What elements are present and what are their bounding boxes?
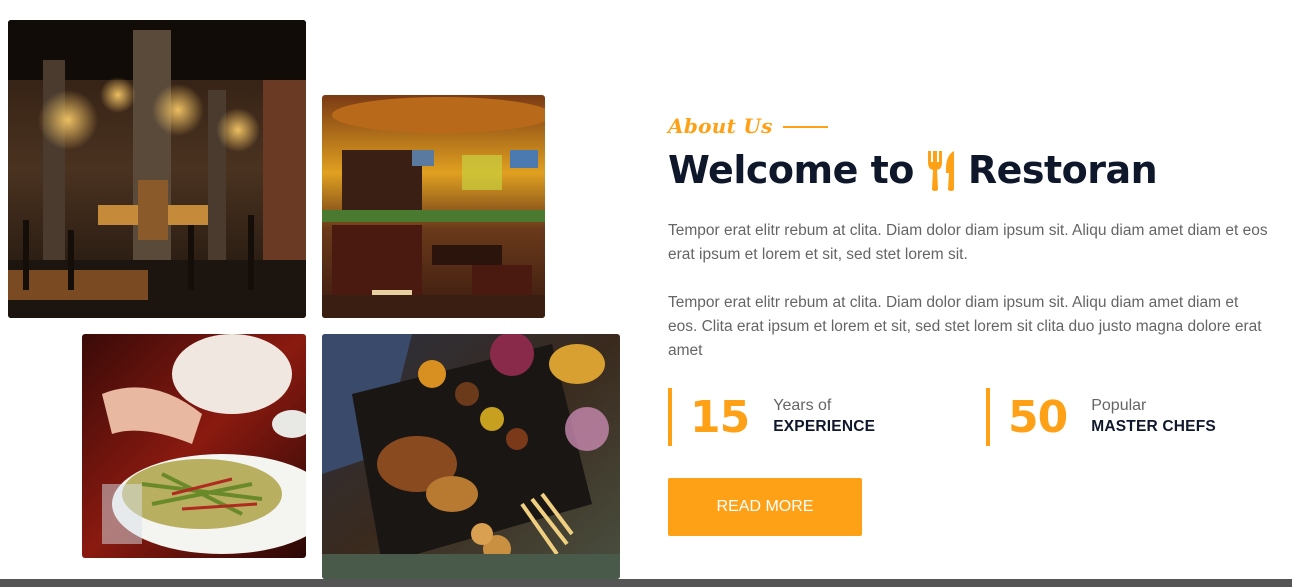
description-paragraph-2: Tempor erat elitr rebum at clita. Diam d… <box>668 294 1262 359</box>
description-paragraph-1: Tempor erat elitr rebum at clita. Diam d… <box>668 222 1268 263</box>
section-title: Welcome to Restoran <box>668 148 1158 192</box>
read-more-button[interactable]: READ MORE <box>668 478 862 536</box>
utensils-icon <box>927 151 954 191</box>
stat-number: 15 <box>690 391 750 443</box>
stat-label-top: Years of <box>773 397 832 414</box>
stat-label-bottom: MASTER CHEFS <box>1091 418 1216 435</box>
food-platter-image <box>322 334 620 579</box>
section-subtitle: About Us <box>668 114 828 138</box>
restaurant-interior-image-1 <box>8 20 306 318</box>
stat-experience: 15 Years of EXPERIENCE <box>668 388 875 446</box>
restaurant-interior-image-2 <box>322 95 545 318</box>
food-salad-image <box>82 334 306 558</box>
stat-label-top: Popular <box>1091 397 1147 414</box>
brand-name: Restoran <box>967 148 1158 192</box>
about-us-label: About Us <box>668 114 773 138</box>
horizontal-scrollbar[interactable] <box>0 579 1292 587</box>
stat-master-chefs: 50 Popular MASTER CHEFS <box>986 388 1216 446</box>
accent-line <box>782 126 828 128</box>
title-prefix: Welcome to <box>668 148 914 192</box>
stat-label-bottom: EXPERIENCE <box>773 418 876 435</box>
stat-number: 50 <box>1008 391 1068 443</box>
